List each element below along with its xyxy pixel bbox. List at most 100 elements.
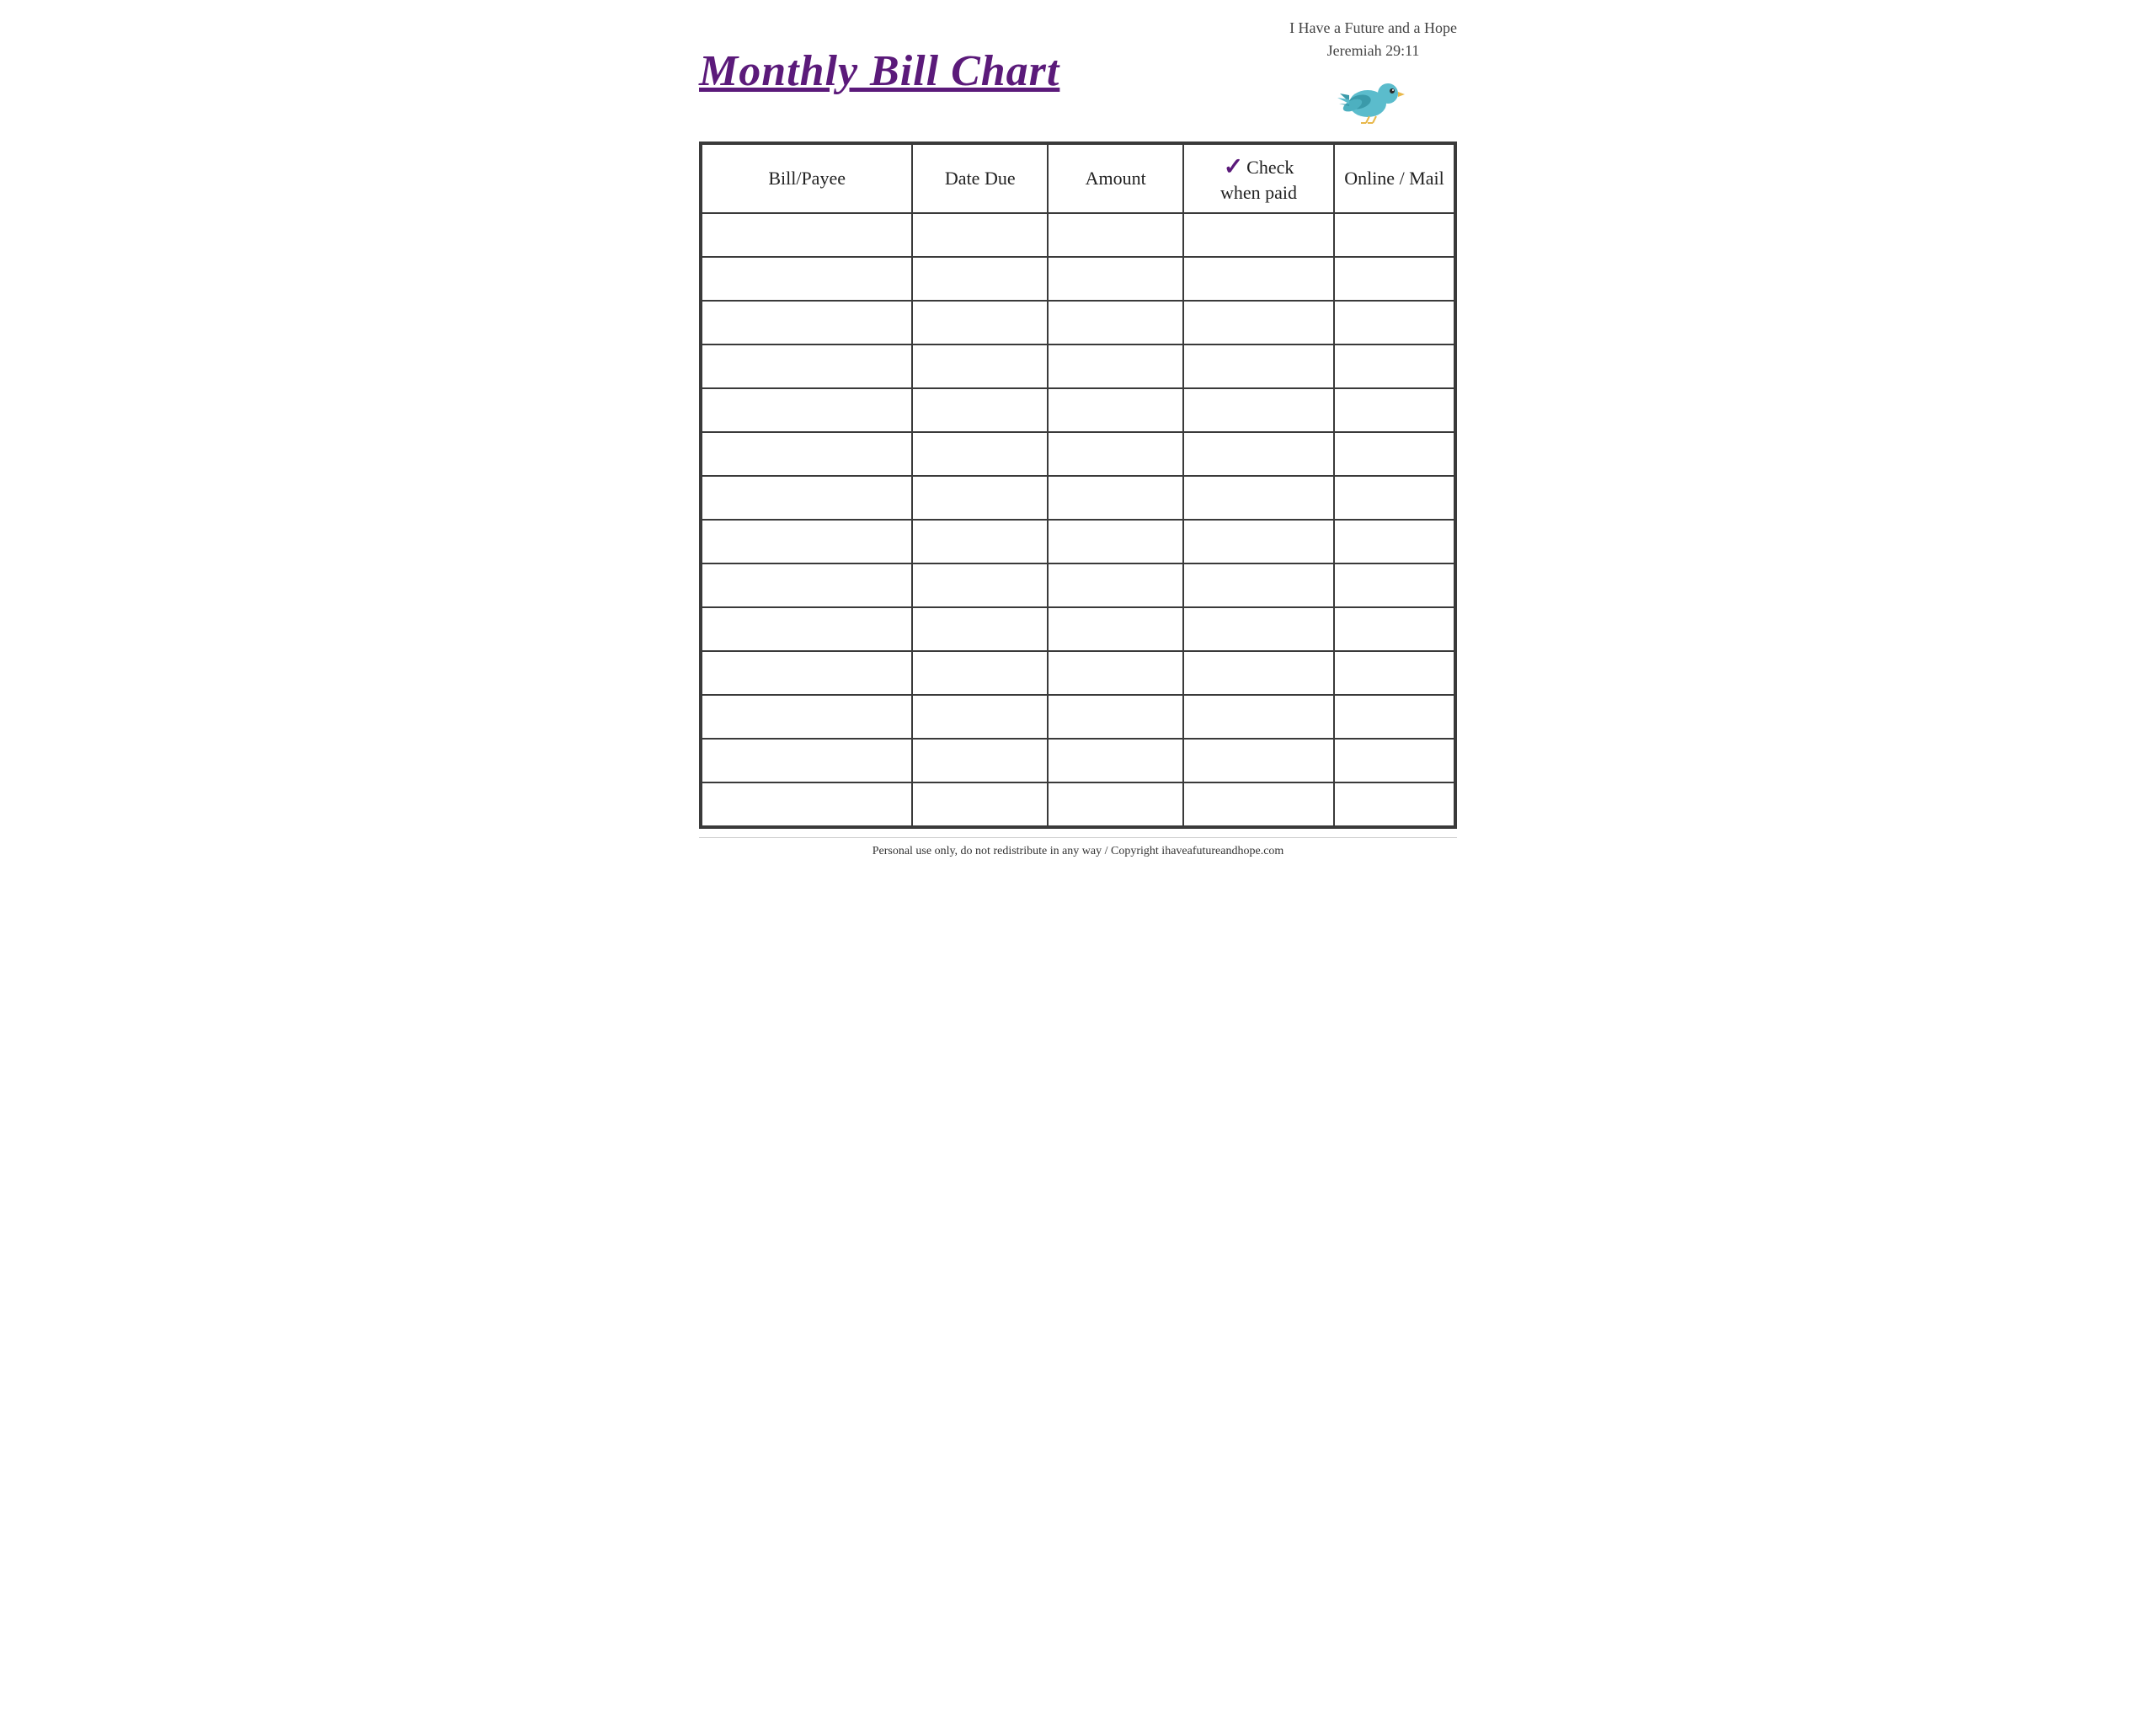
table-cell: [1048, 476, 1183, 520]
header: Monthly Bill Chart I Have a Future and a…: [699, 17, 1457, 126]
table-cell: [912, 476, 1048, 520]
title-area: Monthly Bill Chart: [699, 47, 1059, 95]
table-cell: [912, 607, 1048, 651]
table-cell: [912, 344, 1048, 388]
table-cell: [1183, 782, 1334, 826]
table-cell: [912, 782, 1048, 826]
col-check-when-paid: ✓ Check when paid: [1183, 144, 1334, 213]
table-cell: [1334, 563, 1454, 607]
table-cell: [702, 257, 912, 301]
table-cell: [1183, 739, 1334, 782]
table-cell: [912, 432, 1048, 476]
table-cell: [702, 213, 912, 257]
table-cell: [1183, 651, 1334, 695]
table-row: [702, 213, 1454, 257]
table-cell: [1048, 739, 1183, 782]
col-bill-payee: Bill/Payee: [702, 144, 912, 213]
table-cell: [1334, 739, 1454, 782]
table-cell: [1048, 301, 1183, 344]
table-cell: [1183, 301, 1334, 344]
bird-icon: [1336, 67, 1412, 126]
table-row: [702, 607, 1454, 651]
table-cell: [912, 257, 1048, 301]
table-cell: [1334, 301, 1454, 344]
table-cell: [912, 563, 1048, 607]
table-cell: [1334, 476, 1454, 520]
table-cell: [1334, 257, 1454, 301]
table-row: [702, 520, 1454, 563]
header-right: I Have a Future and a Hope Jeremiah 29:1…: [1289, 17, 1457, 126]
table-cell: [702, 432, 912, 476]
table-cell: [1183, 257, 1334, 301]
table-row: [702, 695, 1454, 739]
table-row: [702, 257, 1454, 301]
table-cell: [702, 651, 912, 695]
table-row: [702, 651, 1454, 695]
table-cell: [1048, 344, 1183, 388]
table-cell: [702, 301, 912, 344]
table-cell: [1334, 432, 1454, 476]
table-cell: [1183, 344, 1334, 388]
col-online-mail: Online / Mail: [1334, 144, 1454, 213]
table-cell: [1334, 695, 1454, 739]
table-cell: [702, 607, 912, 651]
page: Monthly Bill Chart I Have a Future and a…: [674, 0, 1482, 867]
table-row: [702, 301, 1454, 344]
table-cell: [702, 782, 912, 826]
table-cell: [1183, 695, 1334, 739]
col-amount: Amount: [1048, 144, 1183, 213]
table-cell: [1183, 607, 1334, 651]
table-cell: [1048, 257, 1183, 301]
table-cell: [1334, 651, 1454, 695]
table-cell: [1334, 344, 1454, 388]
table-cell: [1183, 520, 1334, 563]
table-cell: [702, 388, 912, 432]
table-cell: [1048, 432, 1183, 476]
table-cell: [1183, 563, 1334, 607]
table-cell: [1048, 695, 1183, 739]
bill-chart-table: Bill/Payee Date Due Amount ✓ Check: [699, 142, 1457, 829]
table-row: [702, 388, 1454, 432]
table-cell: [912, 213, 1048, 257]
table-cell: [912, 695, 1048, 739]
table-cell: [1183, 432, 1334, 476]
table-row: [702, 432, 1454, 476]
table-cell: [702, 520, 912, 563]
footer-text: Personal use only, do not redistribute i…: [873, 845, 1284, 857]
table-cell: [702, 695, 912, 739]
table-cell: [1048, 607, 1183, 651]
table-cell: [1183, 213, 1334, 257]
table-cell: [912, 520, 1048, 563]
footer: Personal use only, do not redistribute i…: [699, 837, 1457, 858]
table-cell: [912, 301, 1048, 344]
table-cell: [912, 388, 1048, 432]
table-cell: [1048, 782, 1183, 826]
table-row: [702, 739, 1454, 782]
table-cell: [702, 563, 912, 607]
main-title: Monthly Bill Chart: [699, 47, 1059, 95]
table-cell: [702, 476, 912, 520]
table-cell: [912, 651, 1048, 695]
table-cell: [1334, 607, 1454, 651]
table-cell: [1334, 520, 1454, 563]
table-cell: [1048, 520, 1183, 563]
table-cell: [1048, 213, 1183, 257]
table-cell: [1048, 388, 1183, 432]
table-row: [702, 782, 1454, 826]
verse-text: I Have a Future and a Hope Jeremiah 29:1…: [1289, 17, 1457, 62]
table-cell: [1183, 476, 1334, 520]
table-row: [702, 344, 1454, 388]
table-cell: [1183, 388, 1334, 432]
table-row: [702, 476, 1454, 520]
col-date-due: Date Due: [912, 144, 1048, 213]
table-row: [702, 563, 1454, 607]
checkmark-icon: ✓: [1224, 153, 1243, 182]
table-cell: [702, 739, 912, 782]
table-cell: [912, 739, 1048, 782]
table-cell: [702, 344, 912, 388]
table-cell: [1334, 213, 1454, 257]
table-cell: [1334, 782, 1454, 826]
table-cell: [1334, 388, 1454, 432]
table-cell: [1048, 651, 1183, 695]
table-cell: [1048, 563, 1183, 607]
